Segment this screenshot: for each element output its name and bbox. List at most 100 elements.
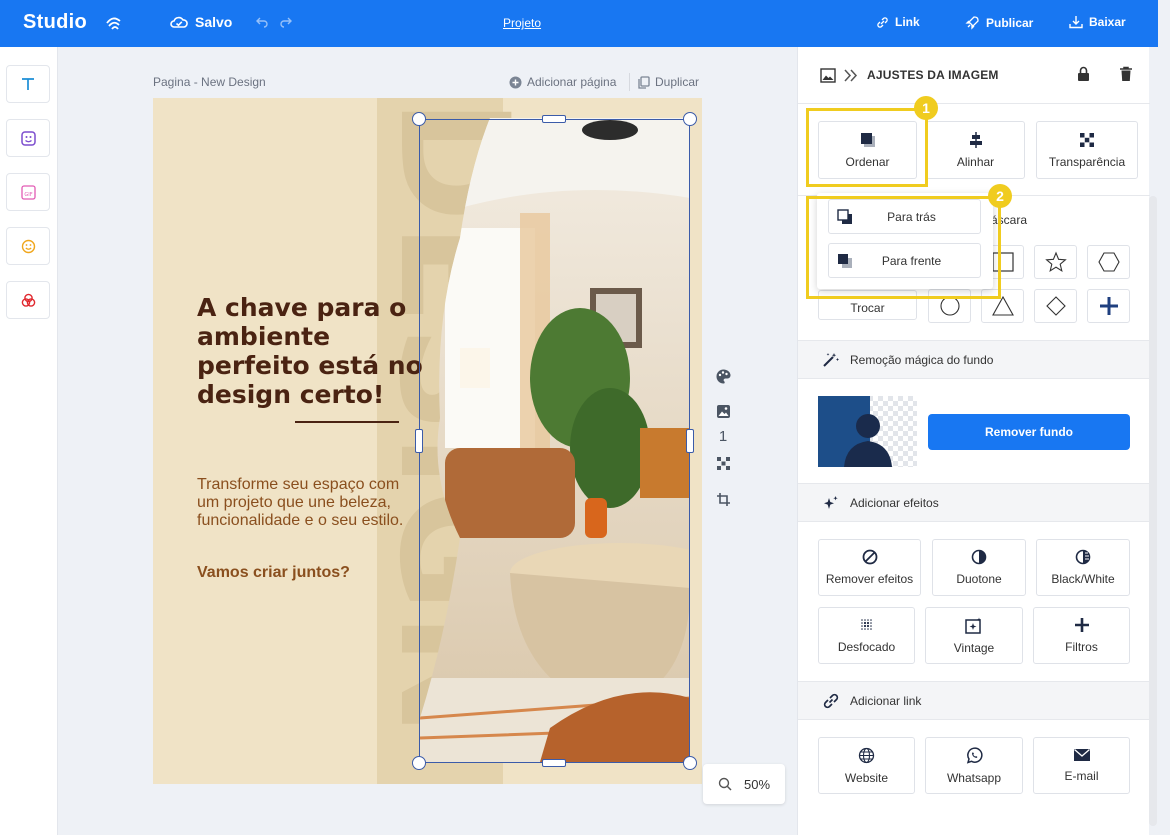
mask-star[interactable] (1034, 245, 1077, 279)
headline-text[interactable]: A chave para o ambiente perfeito está no… (197, 293, 427, 409)
publish-button[interactable]: Publicar (965, 15, 1033, 30)
download-button[interactable]: Baixar (1069, 15, 1126, 29)
resize-handle-bottom-left[interactable] (412, 756, 426, 770)
half-circle-icon (971, 549, 987, 565)
link-button[interactable]: Link (876, 15, 920, 29)
zoom-icon (718, 777, 732, 791)
body-text[interactable]: Transforme seu espaço com um projeto que… (197, 476, 417, 530)
project-link[interactable]: Projeto (503, 16, 541, 30)
checker-icon (716, 457, 730, 470)
plus-circle-icon (509, 76, 522, 88)
trash-icon[interactable] (1119, 66, 1133, 82)
plus-icon (1074, 618, 1089, 632)
magic-removal-label: Remoção mágica do fundo (850, 352, 994, 367)
download-icon (1069, 16, 1083, 29)
remove-effects-label: Remover efeitos (825, 572, 914, 586)
duplicate-label: Duplicar (655, 75, 700, 89)
undo-icon[interactable] (256, 15, 269, 28)
diamond-icon (1045, 296, 1066, 316)
app-logo[interactable]: Studio (23, 11, 87, 34)
align-center-icon (969, 131, 982, 148)
redo-icon[interactable] (279, 15, 292, 28)
gif-icon: GIF (20, 184, 36, 200)
gif-tool[interactable]: GIF (6, 173, 50, 211)
double-chevron-right-icon (844, 69, 858, 82)
canvas-side-tools: 1 (710, 368, 736, 514)
transparency-tool-button[interactable] (710, 456, 736, 478)
text-tool[interactable] (6, 65, 50, 103)
checker-icon (1080, 132, 1094, 147)
resize-handle-top-right[interactable] (683, 112, 697, 126)
effects-header: Adicionar efeitos (798, 483, 1150, 522)
whatsapp-link-button[interactable]: Whatsapp (925, 737, 1023, 794)
saved-status: Salvo (170, 14, 232, 30)
panel-scrollbar[interactable] (1149, 196, 1157, 826)
saved-label: Salvo (195, 14, 233, 30)
blur-button[interactable]: Desfocado (818, 607, 915, 664)
image-button[interactable] (710, 404, 736, 426)
globe-icon (858, 747, 875, 763)
selection-box[interactable] (419, 119, 690, 763)
text-icon (22, 78, 34, 90)
filters-button[interactable]: Filtros (1033, 607, 1130, 664)
vintage-button[interactable]: Vintage (925, 607, 1023, 664)
effects-label: Adicionar efeitos (850, 495, 939, 510)
link-label: Link (895, 15, 920, 29)
page-label: Pagina - New Design (153, 75, 266, 89)
website-label: Website (844, 770, 889, 785)
add-page-label: Adicionar página (527, 75, 617, 89)
remove-background-button[interactable]: Remover fundo (928, 414, 1130, 450)
colors-tool[interactable] (6, 281, 50, 319)
remove-effects-button[interactable]: Remover efeitos (818, 539, 921, 596)
emoji-icon (21, 239, 35, 253)
highlight-badge-1: 1 (914, 96, 938, 120)
lock-icon[interactable] (1077, 66, 1090, 82)
magic-removal-header: Remoção mágica do fundo (798, 340, 1150, 379)
duotone-button[interactable]: Duotone (932, 539, 1026, 596)
crop-button[interactable] (710, 492, 736, 514)
resize-handle-bottom-right[interactable] (683, 756, 697, 770)
cta-text[interactable]: Vamos criar juntos? (197, 564, 350, 582)
website-link-button[interactable]: Website (818, 737, 915, 794)
photo-sparkle-icon (965, 617, 981, 634)
email-label: E-mail (1064, 769, 1099, 783)
add-link-header: Adicionar link (798, 681, 1150, 720)
highlight-box-order-menu (806, 196, 1001, 299)
elements-tool[interactable] (6, 119, 50, 157)
resize-handle-right[interactable] (686, 429, 694, 453)
black-white-button[interactable]: Black/White (1036, 539, 1130, 596)
mask-diamond[interactable] (1034, 289, 1077, 323)
mask-hexagon[interactable] (1087, 245, 1130, 279)
emoji-tool[interactable] (6, 227, 50, 265)
hexagon-icon (1097, 252, 1120, 272)
link-icon (877, 16, 888, 28)
undo-redo-group (256, 15, 292, 28)
resize-handle-bottom[interactable] (542, 759, 566, 767)
color-circles-icon (21, 293, 35, 307)
align-button[interactable]: Alinhar (926, 121, 1025, 179)
cloud-check-icon (170, 16, 188, 28)
duplicate-button[interactable]: Duplicar (638, 75, 699, 89)
mask-add[interactable] (1087, 289, 1130, 323)
plus-icon (1099, 297, 1118, 315)
add-page-button[interactable]: Adicionar página (509, 75, 616, 89)
duotone-label: Duotone (956, 572, 1002, 586)
resize-handle-top-left[interactable] (412, 112, 426, 126)
palette-button[interactable] (710, 368, 736, 390)
contrast-icon (1075, 549, 1091, 565)
divider (798, 103, 1150, 104)
resize-handle-left[interactable] (415, 429, 423, 453)
transparency-label: Transparência (1048, 154, 1126, 169)
divider (629, 73, 630, 91)
add-link-label: Adicionar link (850, 693, 922, 708)
top-bar: Studio Salvo Projeto Link Publicar Baixa… (0, 0, 1158, 47)
page-number: 1 (718, 428, 728, 445)
whatsapp-label: Whatsapp (946, 770, 1002, 785)
zoom-control[interactable]: 50% (703, 764, 785, 804)
transparency-button[interactable]: Transparência (1036, 121, 1138, 179)
email-link-button[interactable]: E-mail (1033, 737, 1130, 794)
blur-dots-icon (860, 619, 872, 630)
highlight-badge-2: 2 (988, 184, 1012, 208)
filters-label: Filtros (1065, 640, 1098, 654)
resize-handle-top[interactable] (542, 115, 566, 123)
